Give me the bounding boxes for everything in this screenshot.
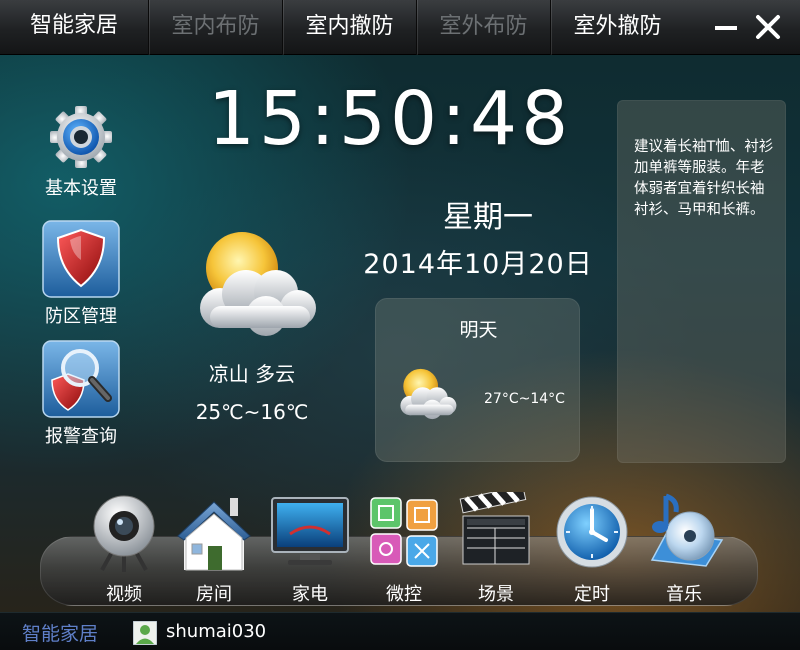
sidebar-item-alarm-query[interactable]: 报警查询 — [28, 340, 134, 448]
clothing-advice-panel: 建议着长袖T恤、衬衫加单裤等服装。年老体弱者宜着针织长袖衬衫、马甲和长裤。 — [617, 100, 786, 463]
title-bar: 智能家居 室内布防 室内撤防 室外布防 室外撤防 — [0, 0, 800, 55]
webcam-icon — [93, 495, 155, 572]
weather-temp-range: 25℃~16℃ — [195, 400, 309, 424]
tomorrow-forecast-panel: 明天 27°C~14°C — [375, 298, 580, 462]
sidebar-item-label: 防区管理 — [45, 306, 117, 327]
tiles-icon — [370, 497, 438, 567]
dock-label-timer: 定时 — [574, 584, 610, 605]
dock-label-rooms: 房间 — [196, 584, 232, 605]
sidebar-item-label: 报警查询 — [45, 426, 117, 447]
dock-item-rooms[interactable] — [174, 494, 254, 574]
sidebar-item-label: 基本设置 — [45, 178, 117, 199]
sidebar-item-basic-settings[interactable]: 基本设置 — [28, 104, 134, 200]
magnifier-shield-icon — [42, 340, 120, 418]
tab-indoor-disarm[interactable]: 室内撤防 — [282, 0, 416, 55]
dock-item-video[interactable] — [84, 492, 164, 574]
shield-icon — [42, 220, 120, 298]
tv-icon — [271, 497, 349, 565]
sidebar-item-zone-management[interactable]: 防区管理 — [28, 220, 134, 328]
tab-outdoor-arm[interactable]: 室外布防 — [416, 0, 550, 55]
clock-time: 15:50:48 — [207, 76, 573, 162]
weather-city-condition: 凉山 多云 — [208, 362, 296, 386]
dock-label-scenes: 场景 — [478, 584, 514, 605]
clapperboard-icon — [459, 492, 530, 565]
close-icon — [756, 15, 780, 39]
app-window: 智能家居 室内布防 室内撤防 室外布防 室外撤防 基本设置 防区管理 报警查询 … — [0, 0, 800, 650]
dock-item-timer[interactable] — [552, 494, 632, 570]
clothing-advice-text: 建议着长袖T恤、衬衫加单裤等服装。年老体弱者宜着针织长袖衬衫、马甲和长裤。 — [634, 139, 774, 218]
dock-label-music: 音乐 — [666, 584, 702, 605]
minimize-button[interactable] — [708, 8, 744, 46]
dock-item-scenes[interactable] — [456, 492, 536, 568]
dock-label-video: 视频 — [106, 584, 142, 605]
dock-item-appliances[interactable] — [270, 496, 350, 568]
dock-item-music[interactable] — [644, 490, 724, 570]
gear-icon — [50, 106, 112, 168]
clock-icon — [556, 496, 628, 568]
tab-indoor-arm[interactable]: 室内布防 — [148, 0, 282, 55]
app-title: 智能家居 — [29, 13, 118, 38]
tab-outdoor-disarm[interactable]: 室外撤防 — [550, 0, 684, 55]
dock-label-micro-control: 微控 — [386, 584, 422, 605]
status-username: shumai030 — [166, 621, 267, 642]
close-button[interactable] — [750, 8, 786, 46]
house-icon — [177, 498, 251, 571]
tomorrow-temp-range: 27°C~14°C — [484, 391, 565, 407]
dock-item-micro-control[interactable] — [364, 494, 444, 570]
dock-label-appliances: 家电 — [292, 584, 328, 605]
music-cd-icon — [650, 493, 724, 567]
partly-cloudy-icon — [400, 368, 457, 420]
date: 2014年10月20日 — [363, 249, 593, 280]
status-bar: 智能家居 shumai030 — [0, 612, 800, 650]
partly-cloudy-icon — [200, 232, 316, 336]
weekday: 星期一 — [443, 200, 533, 235]
user-avatar-icon — [133, 621, 157, 645]
tomorrow-title: 明天 — [459, 319, 498, 341]
minimize-icon — [715, 26, 737, 30]
status-brand: 智能家居 — [22, 623, 99, 645]
